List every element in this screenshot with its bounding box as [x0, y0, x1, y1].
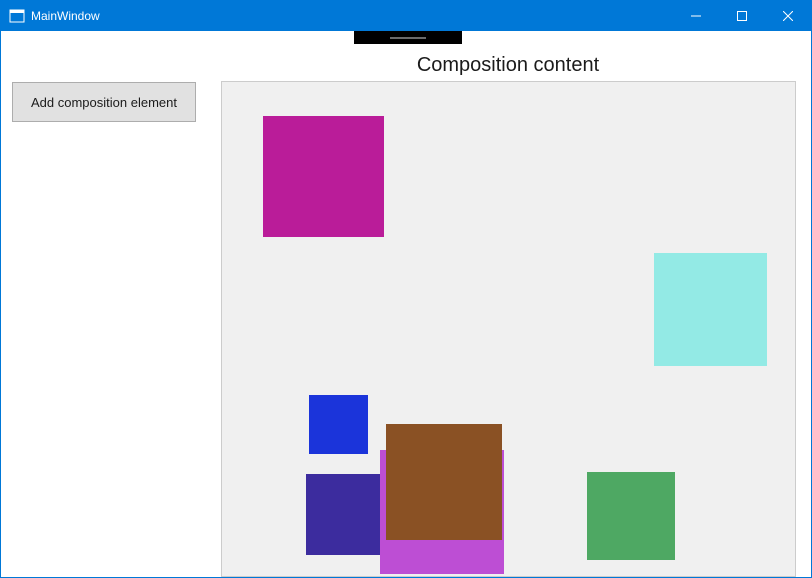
- cyan-square[interactable]: [654, 253, 767, 366]
- window-controls: [673, 1, 811, 31]
- window-title: MainWindow: [31, 9, 100, 23]
- brown-square[interactable]: [386, 424, 502, 540]
- main-window: MainWindow Composition content Add compo…: [0, 0, 812, 578]
- add-composition-element-button[interactable]: Add composition element: [12, 82, 196, 122]
- minimize-button[interactable]: [673, 1, 719, 31]
- green-square[interactable]: [587, 472, 675, 560]
- maximize-button[interactable]: [719, 1, 765, 31]
- client-area: Composition content Add composition elem…: [1, 31, 811, 577]
- close-button[interactable]: [765, 1, 811, 31]
- indigo-square[interactable]: [306, 474, 387, 555]
- composition-canvas[interactable]: [221, 81, 796, 577]
- magenta-square[interactable]: [263, 116, 384, 237]
- app-icon: [9, 8, 25, 24]
- blue-square[interactable]: [309, 395, 368, 454]
- composition-heading: Composition content: [221, 54, 795, 77]
- title-bar[interactable]: MainWindow: [1, 1, 811, 31]
- drag-handle[interactable]: [354, 31, 462, 44]
